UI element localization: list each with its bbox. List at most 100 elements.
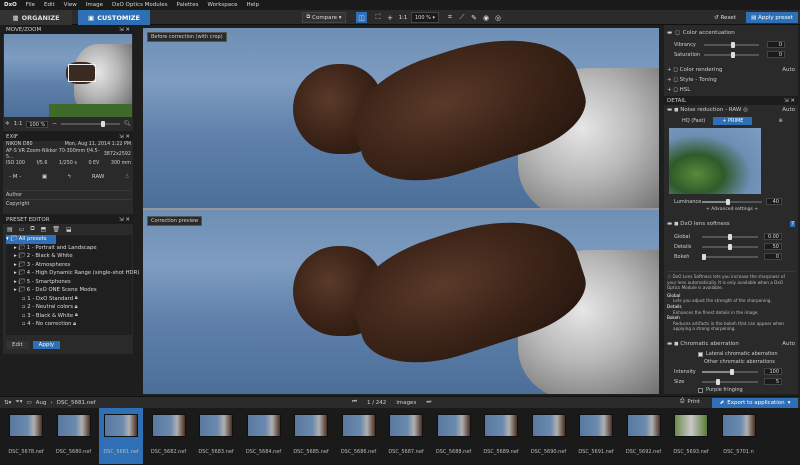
move-icon[interactable]: ✛ bbox=[5, 121, 10, 127]
apply-button[interactable]: Apply bbox=[32, 341, 61, 349]
export-icon[interactable]: ⬓ bbox=[66, 226, 72, 233]
style-toning-header[interactable]: + ◻ Style - Toning bbox=[667, 77, 717, 83]
duplicate-icon[interactable]: ⧉ bbox=[30, 225, 34, 233]
filmstrip-thumbnail[interactable]: DSC_5688.nef bbox=[432, 408, 476, 464]
apply-preset-button[interactable]: ▤ Apply preset bbox=[746, 12, 798, 23]
panel-controls-icon[interactable]: ⇲ ✕ bbox=[119, 217, 130, 223]
hq-fast-button[interactable]: HQ (Fast) bbox=[678, 117, 709, 125]
filmstrip-thumbnail[interactable]: DSC_5687.nef bbox=[384, 408, 428, 464]
preset-folder[interactable]: ▸ 📁︎ 1 - Portrait and Landscape bbox=[6, 244, 132, 253]
nav-zoom-select[interactable]: 100 % bbox=[26, 120, 49, 128]
menu-palettes[interactable]: Palettes bbox=[177, 2, 199, 8]
filmstrip-thumbnail[interactable]: DSC_5680.nef bbox=[52, 408, 96, 464]
filmstrip-thumbnail[interactable]: DSC_5682.nef bbox=[147, 408, 191, 464]
luminance-value[interactable]: 40 bbox=[766, 198, 782, 205]
nav-zoom-slider[interactable] bbox=[60, 121, 121, 127]
navigator-thumbnail[interactable] bbox=[4, 34, 132, 117]
red-eye-icon[interactable]: ◉ bbox=[481, 12, 491, 23]
before-image[interactable] bbox=[143, 28, 659, 208]
preset-item[interactable]: ▫ 4 - No correction 🔒︎ bbox=[6, 320, 132, 329]
eye-icon[interactable]: ◎ bbox=[493, 12, 503, 23]
filmstrip-thumbnail[interactable]: DSC_5686.nef bbox=[337, 408, 381, 464]
filmstrip-thumbnail[interactable]: DSC_5685.nef bbox=[289, 408, 333, 464]
first-image-icon[interactable]: ⏮ bbox=[352, 399, 357, 406]
retouch-icon[interactable]: ✎ bbox=[469, 12, 479, 23]
filter-icon[interactable]: ⏷▾ bbox=[15, 399, 22, 406]
filmstrip-thumbnail[interactable]: DSC_5684.nef bbox=[242, 408, 286, 464]
last-image-icon[interactable]: ⏭ bbox=[426, 399, 431, 406]
menu-optics-modules[interactable]: DxO Optics Modules bbox=[112, 2, 168, 8]
detail-header[interactable]: DETAIL ⇲ ✕ bbox=[664, 96, 798, 105]
size-slider[interactable] bbox=[702, 378, 758, 385]
filmstrip-thumbnail[interactable]: DSC_5693.nef bbox=[669, 408, 713, 464]
advanced-settings-link[interactable]: + Advanced settings + bbox=[706, 207, 758, 212]
details-value[interactable]: 50 bbox=[764, 243, 782, 250]
filmstrip-thumbnail[interactable]: DSC_5690.nef bbox=[527, 408, 571, 464]
author-row[interactable]: Author bbox=[6, 190, 131, 199]
menu-image[interactable]: Image bbox=[86, 2, 103, 8]
zoom-select[interactable]: 100 % ▾ bbox=[411, 12, 439, 23]
menu-view[interactable]: View bbox=[64, 2, 77, 8]
filmstrip-thumbnail[interactable]: DSC_5701.n bbox=[717, 408, 761, 464]
preset-folder[interactable]: ▸ 📁︎ 6 - DxO ONE Scene Modes bbox=[6, 286, 132, 295]
menu-edit[interactable]: Edit bbox=[44, 2, 55, 8]
menu-workspace[interactable]: Workspace bbox=[207, 2, 237, 8]
intensity-value[interactable]: 100 bbox=[764, 368, 782, 375]
menu-file[interactable]: File bbox=[26, 2, 35, 8]
luminance-slider[interactable] bbox=[702, 198, 762, 205]
noise-preview[interactable] bbox=[669, 128, 761, 194]
menu-help[interactable]: Help bbox=[247, 2, 260, 8]
folder-icon[interactable]: ▭ bbox=[27, 400, 32, 406]
panel-controls-icon[interactable]: ⇲ ✕ bbox=[119, 27, 130, 33]
horizon-icon[interactable]: ⟋ bbox=[457, 12, 467, 23]
fit-icon[interactable]: ⛶ bbox=[373, 12, 383, 23]
intensity-slider[interactable] bbox=[702, 368, 758, 375]
details-slider[interactable] bbox=[702, 243, 758, 250]
after-image[interactable] bbox=[143, 210, 659, 394]
sort-icon[interactable]: ⇅▾ bbox=[4, 400, 11, 406]
filmstrip-thumbnail[interactable]: DSC_5689.nef bbox=[479, 408, 523, 464]
chromatic-header[interactable]: ▬ ◼ Chromatic aberration Auto bbox=[667, 341, 795, 347]
new-folder-icon[interactable]: ▭ bbox=[19, 226, 25, 233]
preset-folder[interactable]: ▸ 📁︎ 3 - Atmospheres bbox=[6, 261, 132, 270]
purple-fringing-checkbox[interactable]: Purple fringing bbox=[698, 387, 743, 393]
bokeh-slider[interactable] bbox=[702, 253, 758, 260]
panel-controls-icon[interactable]: ⇲ ✕ bbox=[119, 134, 130, 140]
color-rendering-header[interactable]: + ◻ Color rendering Auto bbox=[667, 67, 795, 73]
prime-button[interactable]: + PRIME bbox=[713, 117, 753, 125]
crop-icon[interactable]: ⌗ bbox=[445, 12, 455, 23]
compare-button[interactable]: ⧉ Compare ▾ bbox=[302, 12, 346, 23]
lateral-checkbox[interactable]: Lateral chromatic aberration bbox=[698, 351, 778, 357]
copyright-row[interactable]: Copyright bbox=[6, 199, 131, 208]
panel-controls-icon[interactable]: ⇲ ✕ bbox=[784, 98, 795, 104]
tab-organize[interactable]: ▦ ORGANIZE bbox=[0, 10, 72, 25]
filmstrip-thumbnail[interactable]: DSC_5692.nef bbox=[622, 408, 666, 464]
edit-button[interactable]: Edit bbox=[6, 341, 29, 349]
preset-folder[interactable]: ▸ 📁︎ 2 - Black & White bbox=[6, 252, 132, 261]
vibrancy-slider[interactable] bbox=[704, 41, 759, 48]
hsl-header[interactable]: + ◻ HSL bbox=[667, 87, 690, 93]
search-icon[interactable]: 🔍︎ bbox=[124, 121, 131, 127]
filmstrip-thumbnail[interactable]: DSC_5681.nef bbox=[99, 408, 143, 464]
filmstrip-thumbnail[interactable]: DSC_5683.nef bbox=[194, 408, 238, 464]
tab-customize[interactable]: ▣ CUSTOMIZE bbox=[78, 10, 150, 25]
zoom-in-icon[interactable]: + bbox=[385, 12, 395, 23]
split-view-button[interactable]: ◫ bbox=[356, 12, 367, 23]
import-icon[interactable]: ⬒ bbox=[41, 226, 47, 233]
new-preset-icon[interactable]: ▤ bbox=[7, 226, 13, 233]
target-icon[interactable]: ⊕ bbox=[778, 118, 782, 124]
lens-softness-header[interactable]: ▬ ◼ DxO lens softness? bbox=[667, 221, 795, 227]
filmstrip-thumbnail[interactable]: DSC_5691.nef bbox=[574, 408, 618, 464]
bokeh-value[interactable]: 0 bbox=[764, 253, 782, 260]
global-slider[interactable] bbox=[702, 233, 758, 240]
ratio-button[interactable]: 1:1 bbox=[396, 12, 410, 23]
reset-button[interactable]: ↺ Reset bbox=[710, 12, 740, 23]
help-icon[interactable]: ? bbox=[790, 221, 795, 227]
delete-icon[interactable]: 🗑︎ bbox=[52, 226, 60, 233]
color-accentuation-header[interactable]: ▬ ◻ Color accentuation bbox=[667, 30, 735, 36]
preset-item[interactable]: ▫ 3 - Black & White 🔒︎ bbox=[6, 312, 132, 321]
preset-item[interactable]: ▫ 1 - DxO Standard 🔒︎ bbox=[6, 295, 132, 304]
zoom-out-icon[interactable]: − bbox=[52, 121, 57, 127]
preset-all[interactable]: ▾ 📁︎ All presets bbox=[6, 235, 56, 244]
print-button[interactable]: ⎙ Print bbox=[680, 398, 700, 405]
